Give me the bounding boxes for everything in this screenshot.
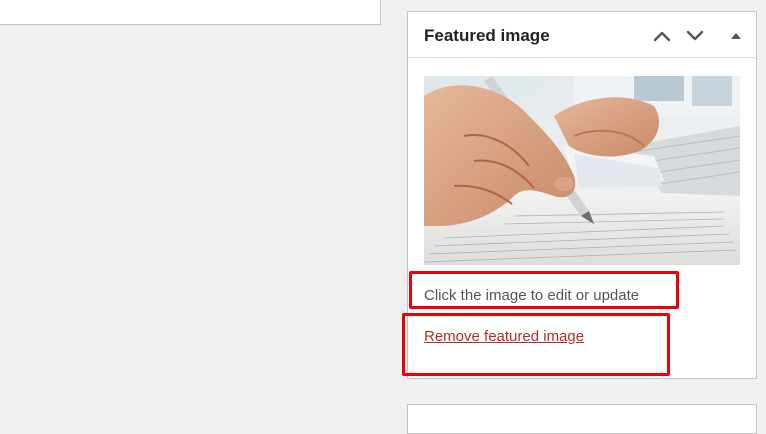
move-down-button[interactable] [683,24,707,48]
writing-hand-image [424,76,740,265]
panel-header: Featured image [408,12,756,58]
featured-image-thumbnail[interactable] [424,76,740,265]
triangle-up-icon [731,33,741,39]
panel-title: Featured image [424,26,550,45]
featured-image-panel: Featured image Click the image to edit o… [407,11,757,379]
next-panel-edge [407,404,757,434]
editor-panel-edge [0,0,381,25]
edit-image-hint: Click the image to edit or update [424,287,640,304]
toggle-panel-button[interactable] [724,24,748,48]
move-up-button[interactable] [650,24,674,48]
remove-featured-image-link[interactable]: Remove featured image [424,328,584,346]
chevron-up-icon [653,31,671,42]
chevron-down-icon [686,30,704,41]
